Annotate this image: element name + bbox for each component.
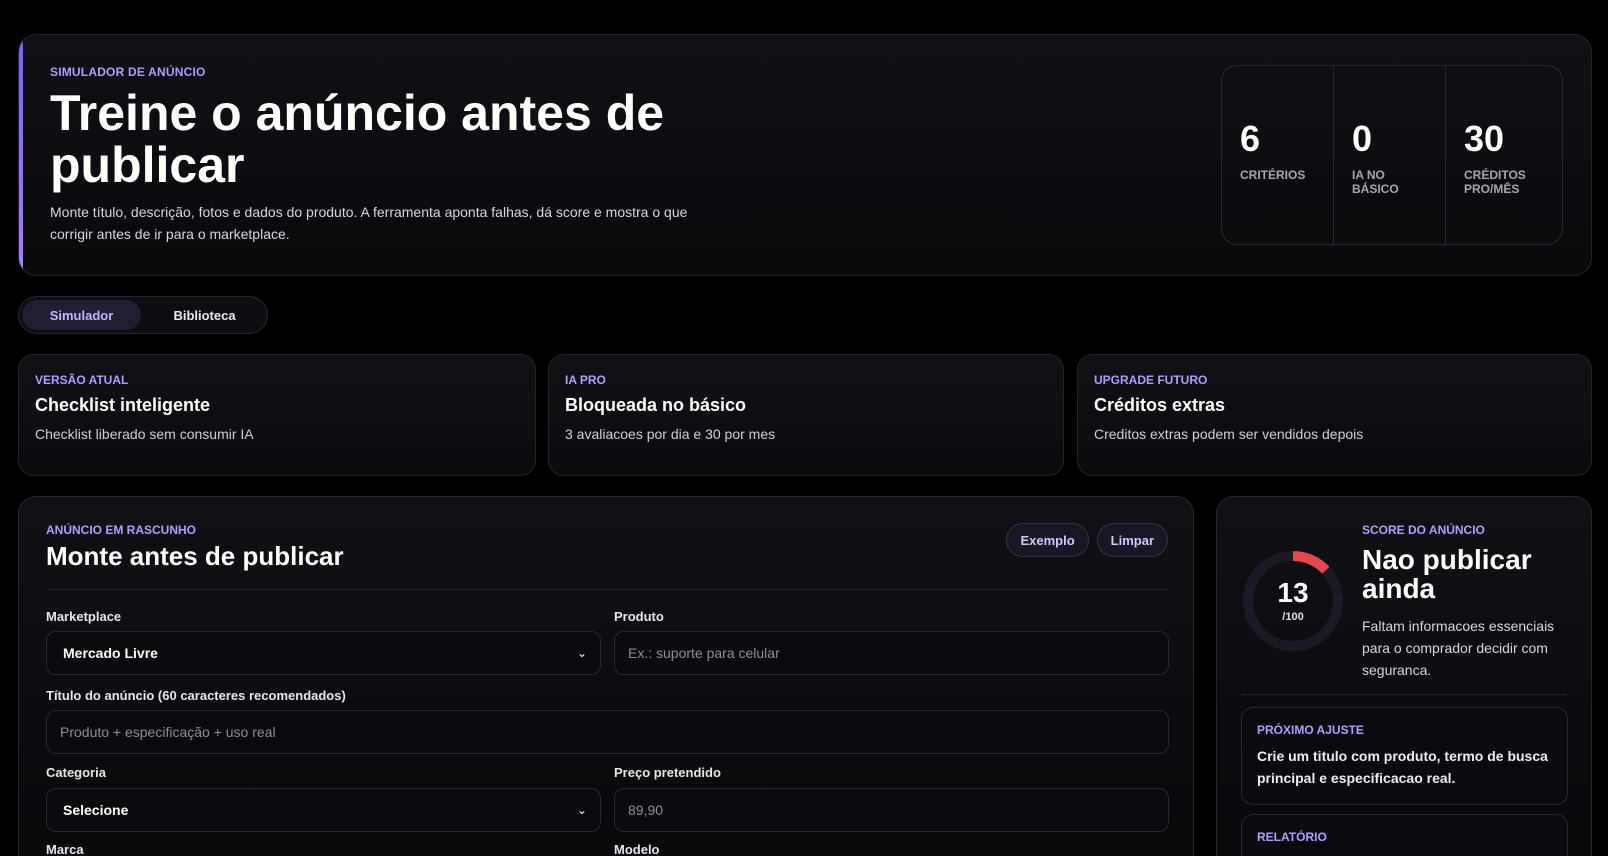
clear-button[interactable]: Limpar	[1096, 523, 1168, 557]
editor-title: Monte antes de publicar	[46, 541, 344, 571]
report-box: RELATÓRIO	[1241, 814, 1568, 856]
card-ai-pro: IA PRO Bloqueada no básico 3 avaliacoes …	[548, 354, 1064, 476]
stat-label: CRÉDITOS PRO/MÊS	[1464, 168, 1526, 196]
stat-criteria: 6 CRITÉRIOS	[1222, 66, 1334, 244]
hero-description: Monte título, descrição, fotos e dados d…	[50, 204, 688, 242]
card-kicker: UPGRADE FUTURO	[1094, 373, 1208, 387]
chevron-down-icon: ⌄	[576, 803, 587, 817]
tab-simulador[interactable]: Simulador	[22, 300, 141, 330]
hero-accent-bar	[19, 35, 23, 275]
stat-label: CRITÉRIOS	[1240, 168, 1306, 182]
card-future-upgrade: UPGRADE FUTURO Créditos extras Creditos …	[1077, 354, 1592, 476]
next-adjustment-kicker: PRÓXIMO AJUSTE	[1257, 723, 1364, 737]
score-max: /100	[1282, 611, 1304, 623]
card-title: Bloqueada no básico	[565, 395, 747, 415]
editor-actions: Exemplo Limpar	[1006, 523, 1168, 557]
score-ring: 13 /100	[1241, 549, 1345, 653]
marketplace-label: Marketplace	[46, 609, 122, 624]
stat-pro-credits: 30 CRÉDITOS PRO/MÊS	[1446, 66, 1562, 244]
price-placeholder: 89,90	[628, 802, 664, 818]
score-panel: 13 /100 SCORE DO ANÚNCIO Nao publicar ai…	[1216, 496, 1592, 856]
brand-label: Marca	[46, 842, 84, 856]
stat-ai-basic: 0 IA NO BÁSICO	[1334, 66, 1446, 244]
ad-title-label: Título do anúncio (60 caracteres recomen…	[46, 688, 346, 703]
editor-kicker: ANÚNCIO EM RASCUNHO	[46, 523, 196, 537]
stat-label: IA NO BÁSICO	[1352, 168, 1399, 196]
score-value: 13	[1277, 577, 1309, 608]
card-title: Créditos extras	[1094, 395, 1226, 415]
stat-value: 0	[1352, 118, 1373, 159]
chevron-down-icon: ⌄	[576, 646, 587, 660]
editor-divider	[46, 589, 1168, 590]
stat-value: 6	[1240, 118, 1261, 159]
example-button[interactable]: Exemplo	[1006, 523, 1089, 557]
product-input[interactable]: Ex.: suporte para celular	[614, 631, 1169, 675]
category-value: Selecione	[63, 802, 129, 818]
model-label: Modelo	[614, 842, 660, 856]
score-description: Faltam informacoes essenciais para o com…	[1362, 618, 1555, 678]
score-kicker: SCORE DO ANÚNCIO	[1362, 523, 1485, 537]
next-adjustment-box: PRÓXIMO AJUSTE Crie um titulo com produt…	[1241, 707, 1568, 805]
stat-value: 30	[1464, 118, 1505, 159]
price-input[interactable]: 89,90	[614, 788, 1169, 832]
card-subtitle: 3 avaliacoes por dia e 30 por mes	[565, 426, 776, 442]
score-verdict: Nao publicar ainda	[1362, 544, 1532, 604]
hero-panel: SIMULADOR DE ANÚNCIO Treine o anúncio an…	[18, 34, 1592, 276]
hero-kicker: SIMULADOR DE ANÚNCIO	[50, 65, 206, 79]
price-label: Preço pretendido	[614, 765, 721, 780]
card-title: Checklist inteligente	[35, 395, 211, 415]
ad-title-input[interactable]: Produto + especificação + uso real	[46, 710, 1169, 754]
category-select[interactable]: Selecione ⌄	[46, 788, 601, 832]
product-placeholder: Ex.: suporte para celular	[628, 645, 780, 661]
card-current-version: VERSÃO ATUAL Checklist inteligente Check…	[18, 354, 536, 476]
ad-title-placeholder: Produto + especificação + uso real	[60, 724, 276, 740]
card-subtitle: Creditos extras podem ser vendidos depoi…	[1094, 426, 1364, 442]
card-subtitle: Checklist liberado sem consumir IA	[35, 426, 254, 442]
draft-editor-panel: ANÚNCIO EM RASCUNHO Monte antes de publi…	[18, 496, 1194, 856]
next-adjustment-text: Crie um titulo com produto, termo de bus…	[1257, 748, 1548, 786]
product-label: Produto	[614, 609, 664, 624]
category-label: Categoria	[46, 765, 106, 780]
score-divider	[1241, 694, 1567, 695]
stats-panel: 6 CRITÉRIOS 0 IA NO BÁSICO 30 CRÉDITOS P…	[1221, 65, 1563, 245]
marketplace-select[interactable]: Mercado Livre ⌄	[46, 631, 601, 675]
view-tabs: Simulador Biblioteca	[18, 296, 268, 334]
page-title: Treine o anúncio antes de publicar	[50, 85, 665, 193]
marketplace-value: Mercado Livre	[63, 645, 158, 661]
card-kicker: VERSÃO ATUAL	[35, 373, 129, 387]
report-kicker: RELATÓRIO	[1257, 830, 1327, 844]
tab-biblioteca[interactable]: Biblioteca	[145, 300, 264, 330]
card-kicker: IA PRO	[565, 373, 606, 387]
